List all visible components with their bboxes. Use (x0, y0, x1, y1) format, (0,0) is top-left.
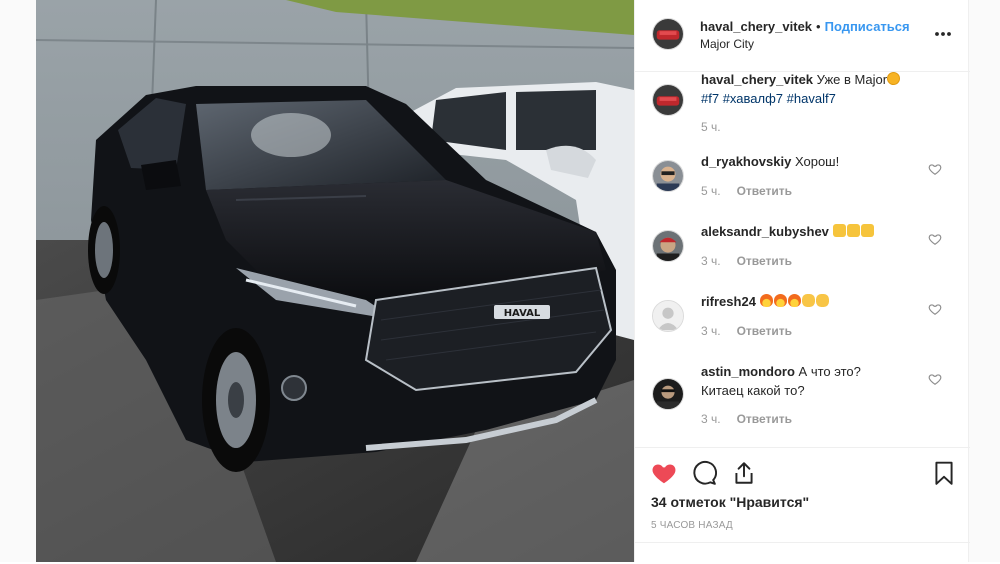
clap-emoji (815, 294, 829, 307)
post-time-ago[interactable]: 5 ЧАСОВ НАЗАД (651, 520, 733, 531)
like-comment-icon[interactable] (928, 232, 942, 246)
fire-emoji (787, 294, 801, 307)
likes-count[interactable]: 34 отметок "Нравится" (651, 494, 809, 510)
like-comment-icon[interactable] (928, 302, 942, 316)
thumbs-up-emoji (846, 224, 860, 237)
star-eyes-emoji (887, 72, 901, 85)
comment-body: Хорош! (794, 154, 840, 169)
comment-username[interactable]: aleksandr_kubyshev (701, 224, 829, 239)
bookmark-icon[interactable] (931, 460, 957, 486)
fire-emoji (773, 294, 787, 307)
comment-body-line2: Китаец какой то? (701, 383, 805, 398)
hashtag-link[interactable]: #havalf7 (787, 91, 836, 106)
comment-item: aleksandr_kubyshev 3 ч. Ответить (635, 220, 970, 280)
comment-text: astin_mondoro А что это? Китаец какой то… (701, 362, 921, 400)
comment-meta: 3 ч. Ответить (701, 412, 792, 426)
like-comment-icon[interactable] (928, 372, 942, 386)
share-icon[interactable] (731, 460, 757, 486)
thumbs-up-emoji (832, 224, 846, 237)
badge-text: HAVAL (504, 308, 541, 319)
comment-username[interactable]: d_ryakhovskiy (701, 154, 791, 169)
comment-item: d_ryakhovskiy Хорош! 5 ч. Ответить (635, 150, 970, 210)
comment-meta: 5 ч. Ответить (701, 184, 792, 198)
reply-button[interactable]: Ответить (737, 254, 792, 268)
comment-time[interactable]: 3 ч. (701, 254, 721, 268)
avatar[interactable] (652, 84, 684, 116)
post-photo[interactable]: HAVAL (36, 0, 634, 562)
reply-button[interactable]: Ответить (737, 184, 792, 198)
caption: haval_chery_vitek Уже в Major #f7 #хавал… (635, 70, 970, 140)
default-avatar-icon[interactable] (652, 300, 684, 332)
comment-meta: 3 ч. Ответить (701, 254, 792, 268)
hashtag-link[interactable]: #хавалф7 (723, 91, 783, 106)
fire-emoji (759, 294, 773, 307)
caption-meta: 5 ч. (701, 120, 721, 134)
caption-username[interactable]: haval_chery_vitek (701, 72, 813, 87)
comment-username[interactable]: rifresh24 (701, 294, 756, 309)
like-comment-icon[interactable] (928, 162, 942, 176)
post-username[interactable]: haval_chery_vitek (700, 19, 812, 34)
comment-time[interactable]: 3 ч. (701, 324, 721, 338)
post-detail-panel: haval_chery_vitek • Подписаться Major City… (634, 0, 970, 562)
caption-body: Уже в Major (816, 72, 888, 87)
comment-time[interactable]: 3 ч. (701, 412, 721, 426)
comment-item: rifresh24 3 ч. Ответить (635, 290, 970, 350)
page-margin-right (969, 0, 1000, 562)
car-photo-illustration: HAVAL (36, 0, 634, 562)
thumbs-up-emoji (860, 224, 874, 237)
comment-text: rifresh24 (701, 292, 921, 311)
caption-time[interactable]: 5 ч. (701, 120, 721, 134)
add-comment-area[interactable] (635, 542, 970, 564)
post-location[interactable]: Major City (700, 37, 754, 51)
page-margin-left (0, 0, 36, 562)
fog-light (281, 375, 307, 401)
reply-button[interactable]: Ответить (737, 324, 792, 338)
comment-body: А что это? (798, 364, 861, 379)
caption-text: haval_chery_vitek Уже в Major #f7 #хавал… (701, 70, 921, 108)
hashtag-link[interactable]: #f7 (701, 91, 719, 106)
comment-item: astin_mondoro А что это? Китаец какой то… (635, 360, 970, 440)
separator-dot: • (816, 19, 821, 34)
header-user-line: haval_chery_vitek • Подписаться (700, 19, 910, 35)
post-actions: 34 отметок "Нравится" 5 ЧАСОВ НАЗАД (635, 447, 970, 562)
comment-time[interactable]: 5 ч. (701, 184, 721, 198)
clap-emoji (801, 294, 815, 307)
follow-button[interactable]: Подписаться (825, 19, 910, 34)
post-header: haval_chery_vitek • Подписаться Major City (635, 0, 970, 72)
comment-meta: 3 ч. Ответить (701, 324, 792, 338)
avatar[interactable] (652, 378, 684, 410)
side-mirror (141, 160, 181, 190)
comment-icon[interactable] (691, 460, 717, 486)
avatar[interactable] (652, 230, 684, 262)
comment-text: aleksandr_kubyshev (701, 222, 921, 241)
comment-text: d_ryakhovskiy Хорош! (701, 152, 921, 171)
comment-username[interactable]: astin_mondoro (701, 364, 795, 379)
avatar[interactable] (652, 18, 684, 50)
avatar[interactable] (652, 160, 684, 192)
more-options-icon[interactable] (933, 24, 953, 44)
reply-button[interactable]: Ответить (737, 412, 792, 426)
heart-filled-icon[interactable] (651, 460, 677, 486)
